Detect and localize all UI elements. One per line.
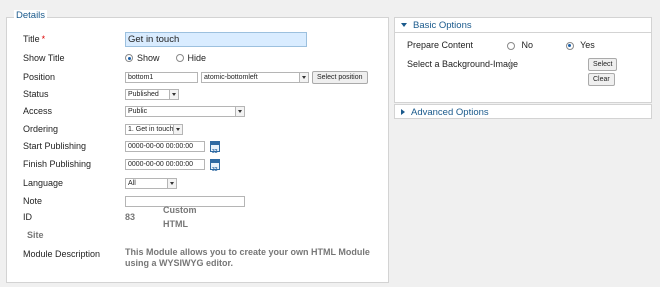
prepare-content-yes-label[interactable]: Yes <box>580 40 595 50</box>
caret-right-icon <box>401 109 405 115</box>
finish-publishing-input[interactable]: 0000-00-00 00:00:00 <box>125 158 205 170</box>
prepare-content-no-label[interactable]: No <box>522 40 534 50</box>
module-description-label: Module Description <box>23 249 101 259</box>
caret-down-icon <box>401 23 407 27</box>
ordering-select[interactable]: 1. Get in touch <box>125 123 183 135</box>
details-fieldset: Details Title * Get in touch Show Title S… <box>6 10 389 283</box>
title-input[interactable]: Get in touch <box>125 31 307 47</box>
status-label: Status <box>23 89 49 99</box>
clear-background-button[interactable]: Clear <box>588 73 615 86</box>
access-select-value: Public <box>128 107 148 115</box>
language-label: Language <box>23 178 64 188</box>
prepare-content-label: Prepare Content <box>407 40 474 50</box>
show-title-hide-label[interactable]: Hide <box>188 51 207 65</box>
show-title-show-radio[interactable] <box>125 54 133 62</box>
show-title-hide-radio[interactable] <box>175 54 184 62</box>
show-title-label: Show Title <box>23 53 65 63</box>
access-label: Access <box>23 106 53 116</box>
id-value: 83 <box>125 212 136 222</box>
calendar-icon[interactable]: 33 <box>210 140 220 155</box>
prepare-content-yes-radio[interactable] <box>565 41 574 50</box>
advanced-options-title: Advanced Options <box>411 106 489 118</box>
divider <box>395 32 651 33</box>
ordering-label: Ordering <box>23 124 59 134</box>
background-image-label: Select a Background-Image <box>407 59 519 69</box>
id-label: ID <box>23 212 32 222</box>
position-label: Position <box>23 72 56 82</box>
module-description-value: This Module allows you to create your ow… <box>125 247 370 268</box>
select-background-button[interactable]: Select <box>588 58 618 71</box>
position-select[interactable]: atomic-bottomleft <box>201 71 309 83</box>
start-publishing-input[interactable]: 0000-00-00 00:00:00 <box>125 140 205 152</box>
details-legend: Details <box>14 10 48 21</box>
background-image-field[interactable] <box>510 59 511 70</box>
status-select-value: Published <box>128 90 159 98</box>
advanced-options-header[interactable]: Advanced Options <box>395 105 651 119</box>
required-marker: * <box>41 34 46 44</box>
chevron-down-icon <box>235 106 244 116</box>
chevron-down-icon <box>299 72 308 82</box>
finish-publishing-label: Finish Publishing <box>23 159 92 169</box>
title-label: Title * <box>23 34 46 44</box>
basic-options-header[interactable]: Basic Options <box>395 18 651 32</box>
basic-options-panel: Basic Options Prepare Content No Yes Sel… <box>394 17 652 103</box>
language-select[interactable]: All <box>125 177 177 189</box>
module-type: Custom HTML <box>163 205 197 229</box>
show-title-show-label[interactable]: Show <box>137 51 160 65</box>
chevron-down-icon <box>173 124 182 134</box>
position-input[interactable]: bottom1 <box>125 71 198 83</box>
prepare-content-no-radio[interactable] <box>507 41 515 50</box>
advanced-options-panel: Advanced Options <box>394 104 652 119</box>
select-position-button[interactable]: Select position <box>312 70 368 84</box>
note-label: Note <box>23 196 43 206</box>
start-publishing-label: Start Publishing <box>23 141 87 151</box>
access-select[interactable]: Public <box>125 105 245 117</box>
chevron-down-icon <box>169 89 178 99</box>
background-image-row: Select a Background-Image <box>407 57 518 71</box>
position-select-value: atomic-bottomleft <box>204 73 258 81</box>
basic-options-title: Basic Options <box>413 19 472 31</box>
language-select-value: All <box>128 179 136 187</box>
status-select[interactable]: Published <box>125 88 179 100</box>
calendar-icon[interactable]: 33 <box>210 158 220 173</box>
chevron-down-icon <box>167 178 176 188</box>
prepare-content-row: Prepare Content No Yes <box>407 38 595 52</box>
ordering-select-value: 1. Get in touch <box>128 125 174 133</box>
site-label: Site <box>27 230 44 240</box>
